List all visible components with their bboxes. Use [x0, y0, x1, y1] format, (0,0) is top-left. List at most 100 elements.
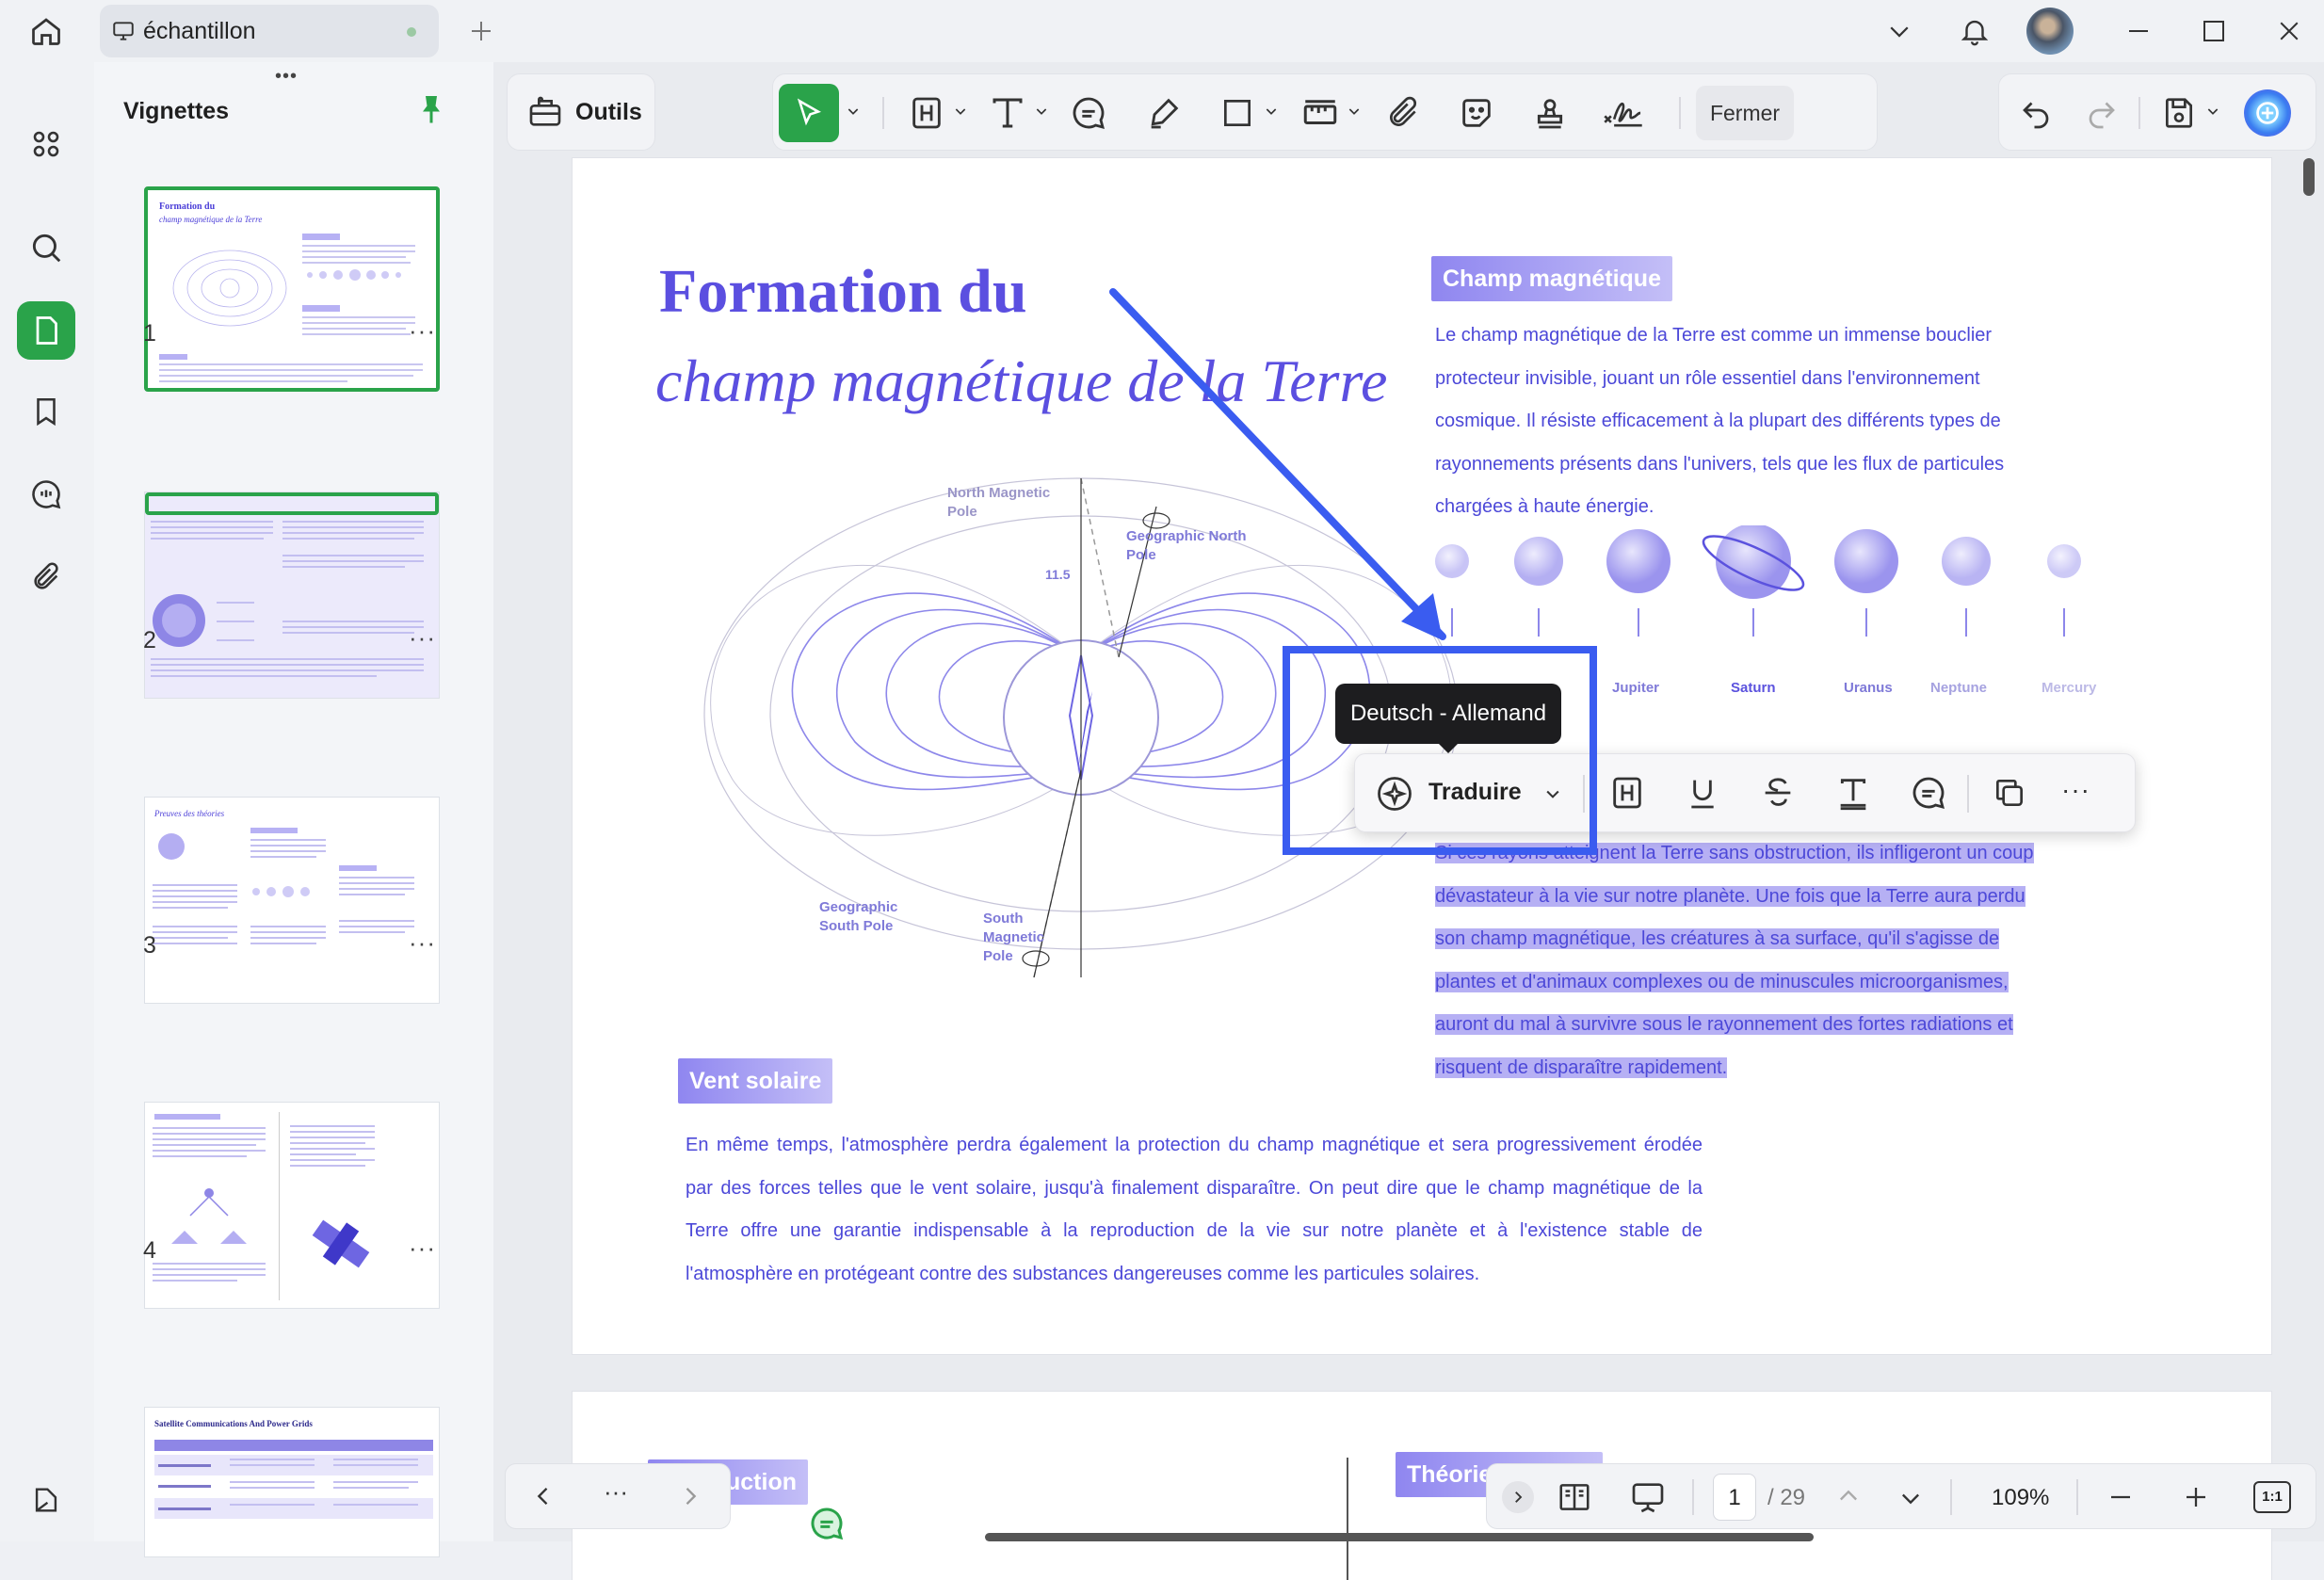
thumbnail-title: Satellite Communications And Power Grids: [154, 1419, 313, 1428]
right-toolbar: [1998, 73, 2316, 151]
avatar[interactable]: [2026, 8, 2074, 55]
thumbnail-preview: [151, 521, 424, 677]
select-cursor-icon[interactable]: [779, 84, 839, 142]
close-window-icon[interactable]: [2269, 11, 2309, 51]
text-replace-icon[interactable]: [1832, 771, 1875, 814]
thumbnail-page-2[interactable]: [144, 492, 440, 699]
chevron-down-icon[interactable]: [1033, 103, 1050, 120]
chevron-left-icon[interactable]: [530, 1483, 557, 1509]
bookmark-icon[interactable]: [17, 382, 75, 441]
home-icon[interactable]: [26, 11, 66, 51]
paperclip-icon[interactable]: [1381, 91, 1425, 135]
highlight-icon[interactable]: [1606, 771, 1649, 814]
page-layout-icon[interactable]: [1553, 1475, 1596, 1519]
toolbar-divider: [882, 97, 884, 129]
highlight-icon[interactable]: [905, 91, 948, 135]
chevron-down-icon[interactable]: [1346, 103, 1363, 120]
more-icon[interactable]: ···: [604, 1477, 628, 1507]
text-icon[interactable]: [986, 91, 1029, 135]
chevron-right-icon[interactable]: [677, 1483, 703, 1509]
highlighted-paragraph[interactable]: Si ces rayons atteignent la Terre sans o…: [1435, 832, 2094, 1089]
thumbnail-subtitle: champ magnétique de la Terre: [159, 215, 263, 224]
section-tag: Vent solaire: [678, 1058, 833, 1104]
thumbnail-page-3[interactable]: Preuves des théories: [144, 797, 440, 1004]
maximize-icon[interactable]: [2194, 11, 2234, 51]
actual-size-button[interactable]: 1:1: [2253, 1481, 2291, 1513]
thumbnail-page-1[interactable]: Formation du champ magnétique de la Terr…: [144, 186, 440, 392]
zoom-in-icon[interactable]: [2182, 1483, 2210, 1511]
arrow-annotation[interactable]: [1102, 279, 1460, 655]
sticker-icon[interactable]: [1455, 91, 1498, 135]
thumbnail-page-4[interactable]: [144, 1102, 440, 1309]
thumbnail-preview: [154, 1440, 433, 1519]
left-rail: [0, 62, 94, 1541]
comment-icon[interactable]: [1067, 91, 1110, 135]
strikethrough-icon[interactable]: [1756, 771, 1799, 814]
chevron-up-icon[interactable]: [1835, 1483, 1862, 1509]
attachment-icon[interactable]: [17, 548, 75, 606]
planets-illustration: [1435, 525, 2081, 637]
page-number-input[interactable]: 1: [1713, 1474, 1756, 1521]
comment-icon[interactable]: [17, 465, 75, 524]
tab-label: échantillon: [143, 18, 256, 44]
panel-drag-handle[interactable]: •••: [275, 66, 298, 88]
signature-icon[interactable]: [1602, 91, 1645, 135]
collapse-toggle-icon[interactable]: [1502, 1481, 1534, 1513]
close-button[interactable]: Fermer: [1696, 86, 1794, 140]
thumbnail-more-icon[interactable]: ···: [409, 1233, 436, 1263]
stamp-icon[interactable]: [1528, 91, 1572, 135]
thumbnail-more-icon[interactable]: ···: [409, 623, 436, 653]
section-tag: Champ magnétique: [1431, 256, 1672, 301]
ai-assistant-icon[interactable]: [2244, 89, 2291, 137]
total-pages: / 29: [1767, 1485, 1806, 1510]
more-options-icon[interactable]: ···: [2061, 775, 2090, 805]
zoom-out-icon[interactable]: [2106, 1483, 2135, 1511]
horizontal-scrollbar-thumb[interactable]: [985, 1533, 1814, 1541]
chevron-down-icon[interactable]: [952, 103, 969, 120]
chevron-down-icon[interactable]: [2204, 103, 2221, 120]
chevron-down-icon[interactable]: [1263, 103, 1280, 120]
rectangle-icon[interactable]: [1216, 91, 1259, 135]
thumbnail-more-icon[interactable]: ···: [409, 316, 436, 346]
page-title: Formation du: [659, 257, 1027, 326]
minimize-icon[interactable]: [2119, 11, 2158, 51]
presentation-icon[interactable]: [1626, 1475, 1670, 1519]
chevron-down-icon[interactable]: [1880, 11, 1919, 51]
bell-icon[interactable]: [1955, 11, 1994, 51]
pen-icon[interactable]: [1142, 91, 1186, 135]
search-icon[interactable]: [17, 218, 75, 277]
thumbnail-preview: [153, 1112, 375, 1300]
copy-icon[interactable]: [1988, 771, 2031, 814]
grid-icon[interactable]: [17, 115, 75, 173]
bottom-left-controls: ···: [505, 1463, 731, 1529]
tools-button[interactable]: Outils: [575, 99, 642, 126]
thumbnail-page-5[interactable]: Satellite Communications And Power Grids: [144, 1407, 440, 1557]
thumbnail-number: 4: [143, 1237, 156, 1264]
redo-icon[interactable]: [2080, 91, 2123, 135]
rectangle-annotation[interactable]: [1283, 646, 1597, 855]
thumbnail-title: Formation du: [159, 202, 216, 212]
toolbar-divider: [2138, 97, 2140, 129]
save-icon[interactable]: [2157, 91, 2201, 135]
document-tab[interactable]: échantillon: [100, 5, 439, 57]
diagram-label-south-magnetic: South Magnetic Pole: [983, 911, 1045, 964]
plus-icon[interactable]: [461, 11, 501, 51]
planet-label: Jupiter: [1612, 680, 1660, 696]
comment-marker-icon[interactable]: [808, 1505, 846, 1542]
vertical-scrollbar-thumb[interactable]: [2303, 158, 2315, 196]
pages-icon[interactable]: [17, 301, 75, 360]
thumbnail-more-icon[interactable]: ···: [409, 928, 436, 958]
toolbar-divider: [1950, 1479, 1952, 1515]
layers-icon[interactable]: [17, 1471, 75, 1529]
thumbnail-number: 1: [143, 320, 156, 347]
measure-icon[interactable]: [1299, 91, 1342, 135]
pin-icon[interactable]: [414, 92, 448, 128]
comment-icon[interactable]: [1907, 771, 1950, 814]
title-bar: échantillon: [0, 0, 2324, 62]
zoom-level[interactable]: 109%: [1992, 1485, 2049, 1511]
chevron-down-icon[interactable]: [1897, 1485, 1924, 1511]
chevron-down-icon[interactable]: [845, 103, 862, 120]
underline-icon[interactable]: [1681, 771, 1724, 814]
undo-icon[interactable]: [2014, 91, 2058, 135]
thumbnail-selection: [145, 492, 439, 515]
